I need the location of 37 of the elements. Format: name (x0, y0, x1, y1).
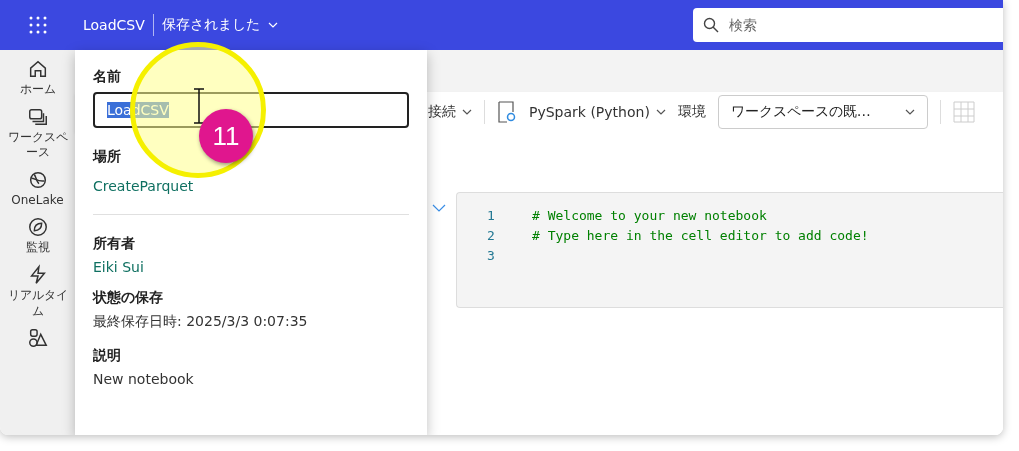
item-name: LoadCSV (83, 17, 145, 33)
line-number: 1 (487, 207, 496, 223)
connect-dropdown[interactable]: 接続 (428, 103, 472, 121)
line-number: 2 (487, 227, 496, 243)
code-line: # Type here in the cell editor to add code! (532, 227, 869, 243)
name-label: 名前 (93, 68, 122, 86)
text-cursor-icon (192, 88, 206, 124)
app-launcher-icon[interactable] (29, 16, 47, 34)
location-link[interactable]: CreateParquet (93, 178, 194, 194)
line-number: 3 (487, 247, 496, 263)
chevron-down-icon (462, 109, 472, 115)
collapse-chevron-icon[interactable] (432, 204, 446, 212)
search-icon (703, 17, 719, 33)
save-state-label: 状態の保存 (93, 289, 164, 307)
last-saved-text: 最終保存日時: 2025/3/3 0:07:35 (93, 313, 309, 331)
owner-link[interactable]: Eiki Sui (93, 259, 144, 275)
chevron-down-icon (655, 109, 666, 115)
chevron-down-icon (267, 22, 278, 28)
sidebar-item[interactable]: ホーム (4, 58, 71, 98)
environment-label: 環境 (677, 103, 706, 121)
owner-label: 所有者 (93, 235, 136, 253)
sidebar-item[interactable]: 監視 (4, 216, 71, 256)
sidebar-item[interactable]: OneLake (4, 168, 71, 209)
code-cell[interactable]: 1 # Welcome to your new notebook 2 # Type here in the cell editor to add code! 3 (456, 192, 1003, 308)
language-dropdown[interactable]: PySpark (Python) (529, 104, 666, 120)
save-status-dropdown[interactable]: 保存されました (161, 16, 278, 34)
environment-dropdown[interactable]: ワークスペースの既… (717, 95, 928, 129)
search-field[interactable]: 検索 (693, 8, 1003, 42)
location-label: 場所 (93, 148, 122, 166)
sidebar-item[interactable]: ワークスペース (4, 105, 71, 161)
description-label: 説明 (93, 347, 122, 365)
monitor-icon (26, 216, 49, 239)
shapes-icon (26, 327, 49, 350)
sidebar-item[interactable]: リアルタイム (4, 263, 71, 320)
chevron-down-icon (904, 109, 915, 115)
description-text: New notebook (93, 371, 195, 387)
code-line: # Welcome to your new notebook (532, 207, 767, 223)
